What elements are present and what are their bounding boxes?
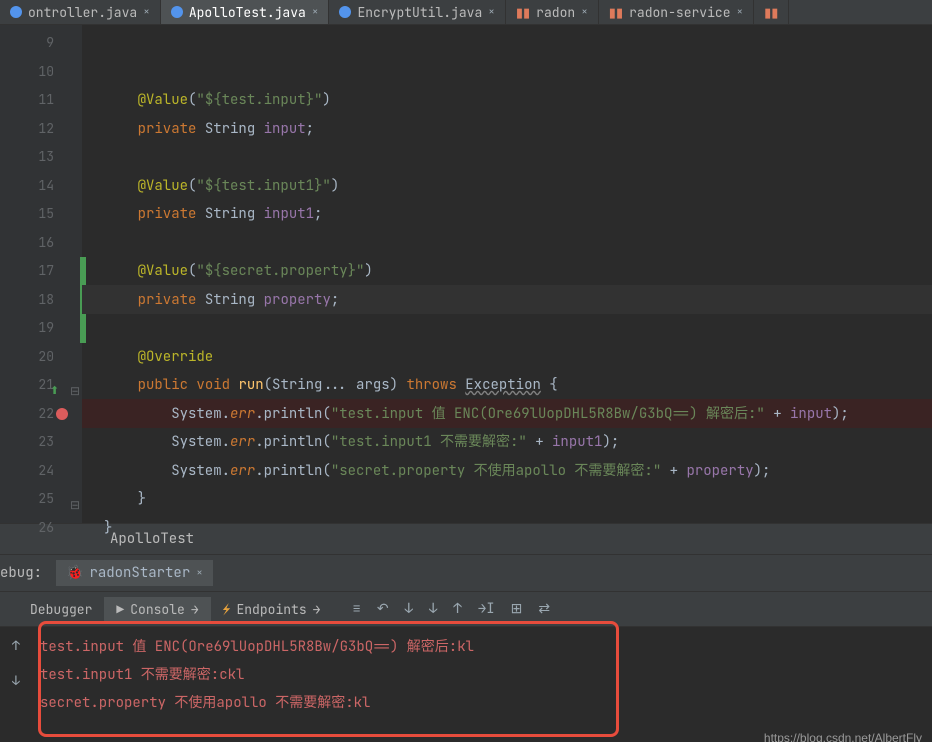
tab-radon[interactable]: ▮▮radon× (506, 0, 599, 24)
line-number[interactable]: 10 (0, 58, 82, 87)
tab-radon-service[interactable]: ▮▮radon-service× (599, 0, 754, 24)
folder-icon: ▮▮ (516, 4, 530, 21)
line-number[interactable]: 18 (0, 286, 82, 315)
tab-controller[interactable]: ontroller.java× (0, 0, 161, 24)
watermark: https://blog.csdn.net/AlbertFly (764, 731, 922, 742)
down-icon[interactable]: ↓ (12, 672, 20, 689)
line-number[interactable]: 20 (0, 343, 82, 372)
tab-console[interactable]: ▶Console→ (104, 597, 210, 622)
settings-icon[interactable]: ≡ (352, 600, 360, 618)
step-over-icon[interactable]: ↓ (405, 600, 413, 618)
folder-icon: ▮▮ (609, 4, 623, 21)
tab-more[interactable]: ▮▮ (754, 0, 789, 24)
debug-toolbar: ebug: 🐞 radonStarter × (0, 554, 932, 592)
tool-window-tabs: Debugger ▶Console→ ⚡Endpoints→ ≡ ↶ ↓ ↓ ↑… (0, 592, 932, 627)
more-icon[interactable]: ⇄ (538, 600, 550, 618)
pin-icon[interactable]: → (313, 601, 321, 618)
tab-encryptutil[interactable]: EncryptUtil.java× (329, 0, 505, 24)
step-into-icon[interactable]: ↓ (429, 600, 437, 618)
endpoints-icon: ⚡ (223, 601, 231, 618)
console-line: test.input 值 ENC(Ore69lUopDHL5R8Bw/G3bQ=… (40, 633, 932, 661)
tab-debugger[interactable]: Debugger (18, 597, 104, 622)
bug-icon: 🐞 (66, 564, 83, 582)
evaluate-icon[interactable]: ⊞ (511, 600, 523, 618)
line-number[interactable]: 9 (0, 29, 82, 58)
step-back-icon[interactable]: ↶ (377, 600, 389, 618)
gutter[interactable]: 9 10 11 12 13 14 15 16 17 18 19 20 21⬆⊟ … (0, 25, 82, 523)
line-number[interactable]: 13 (0, 143, 82, 172)
up-icon[interactable]: ↑ (12, 637, 20, 654)
line-number[interactable]: 15 (0, 200, 82, 229)
line-number[interactable]: 21⬆⊟ (0, 371, 82, 400)
line-number[interactable]: 26 (0, 514, 82, 543)
line-number[interactable]: 16 (0, 229, 82, 258)
console-line: test.input1 不需要解密:ckl (40, 661, 932, 689)
close-icon[interactable]: × (196, 566, 203, 580)
close-icon[interactable]: × (312, 5, 319, 19)
code-area[interactable]: @Value("${test.input}") private String i… (82, 25, 932, 523)
console-icon: ▶ (116, 601, 124, 618)
line-number[interactable]: 19 (0, 314, 82, 343)
close-icon[interactable]: × (143, 5, 150, 19)
close-icon[interactable]: × (737, 5, 744, 19)
java-icon (339, 6, 351, 18)
line-number[interactable]: 17 (0, 257, 82, 286)
folder-icon: ▮▮ (764, 4, 778, 21)
console-output[interactable]: ↑ ↓ test.input 值 ENC(Ore69lUopDHL5R8Bw/G… (0, 627, 932, 742)
java-icon (171, 6, 183, 18)
editor-tabs-bar: ontroller.java× ApolloTest.java× Encrypt… (0, 0, 932, 25)
line-number[interactable]: 14 (0, 172, 82, 201)
line-number[interactable]: 23 (0, 428, 82, 457)
console-line: secret.property 不使用apollo 不需要解密:kl (40, 689, 932, 717)
line-number[interactable]: 25⊟ (0, 485, 82, 514)
java-icon (10, 6, 22, 18)
line-number[interactable]: 24 (0, 457, 82, 486)
line-number[interactable]: 22 (0, 400, 82, 429)
breakpoint-icon[interactable] (56, 408, 68, 420)
debug-configuration[interactable]: 🐞 radonStarter × (56, 560, 213, 586)
tab-endpoints[interactable]: ⚡Endpoints→ (211, 597, 333, 622)
line-number[interactable]: 12 (0, 115, 82, 144)
debug-label: ebug: (0, 564, 42, 582)
pin-icon[interactable]: → (191, 601, 199, 618)
step-out-icon[interactable]: ↑ (453, 600, 461, 618)
console-left-toolbar: ↑ ↓ (12, 637, 20, 689)
run-to-cursor-icon[interactable]: →I (478, 600, 495, 618)
close-icon[interactable]: × (581, 5, 588, 19)
debug-actions: ≡ ↶ ↓ ↓ ↑ →I ⊞ ⇄ (352, 600, 550, 618)
line-number[interactable]: 11 (0, 86, 82, 115)
editor-area: 9 10 11 12 13 14 15 16 17 18 19 20 21⬆⊟ … (0, 25, 932, 523)
close-icon[interactable]: × (488, 5, 495, 19)
tab-apollotest[interactable]: ApolloTest.java× (161, 0, 330, 24)
